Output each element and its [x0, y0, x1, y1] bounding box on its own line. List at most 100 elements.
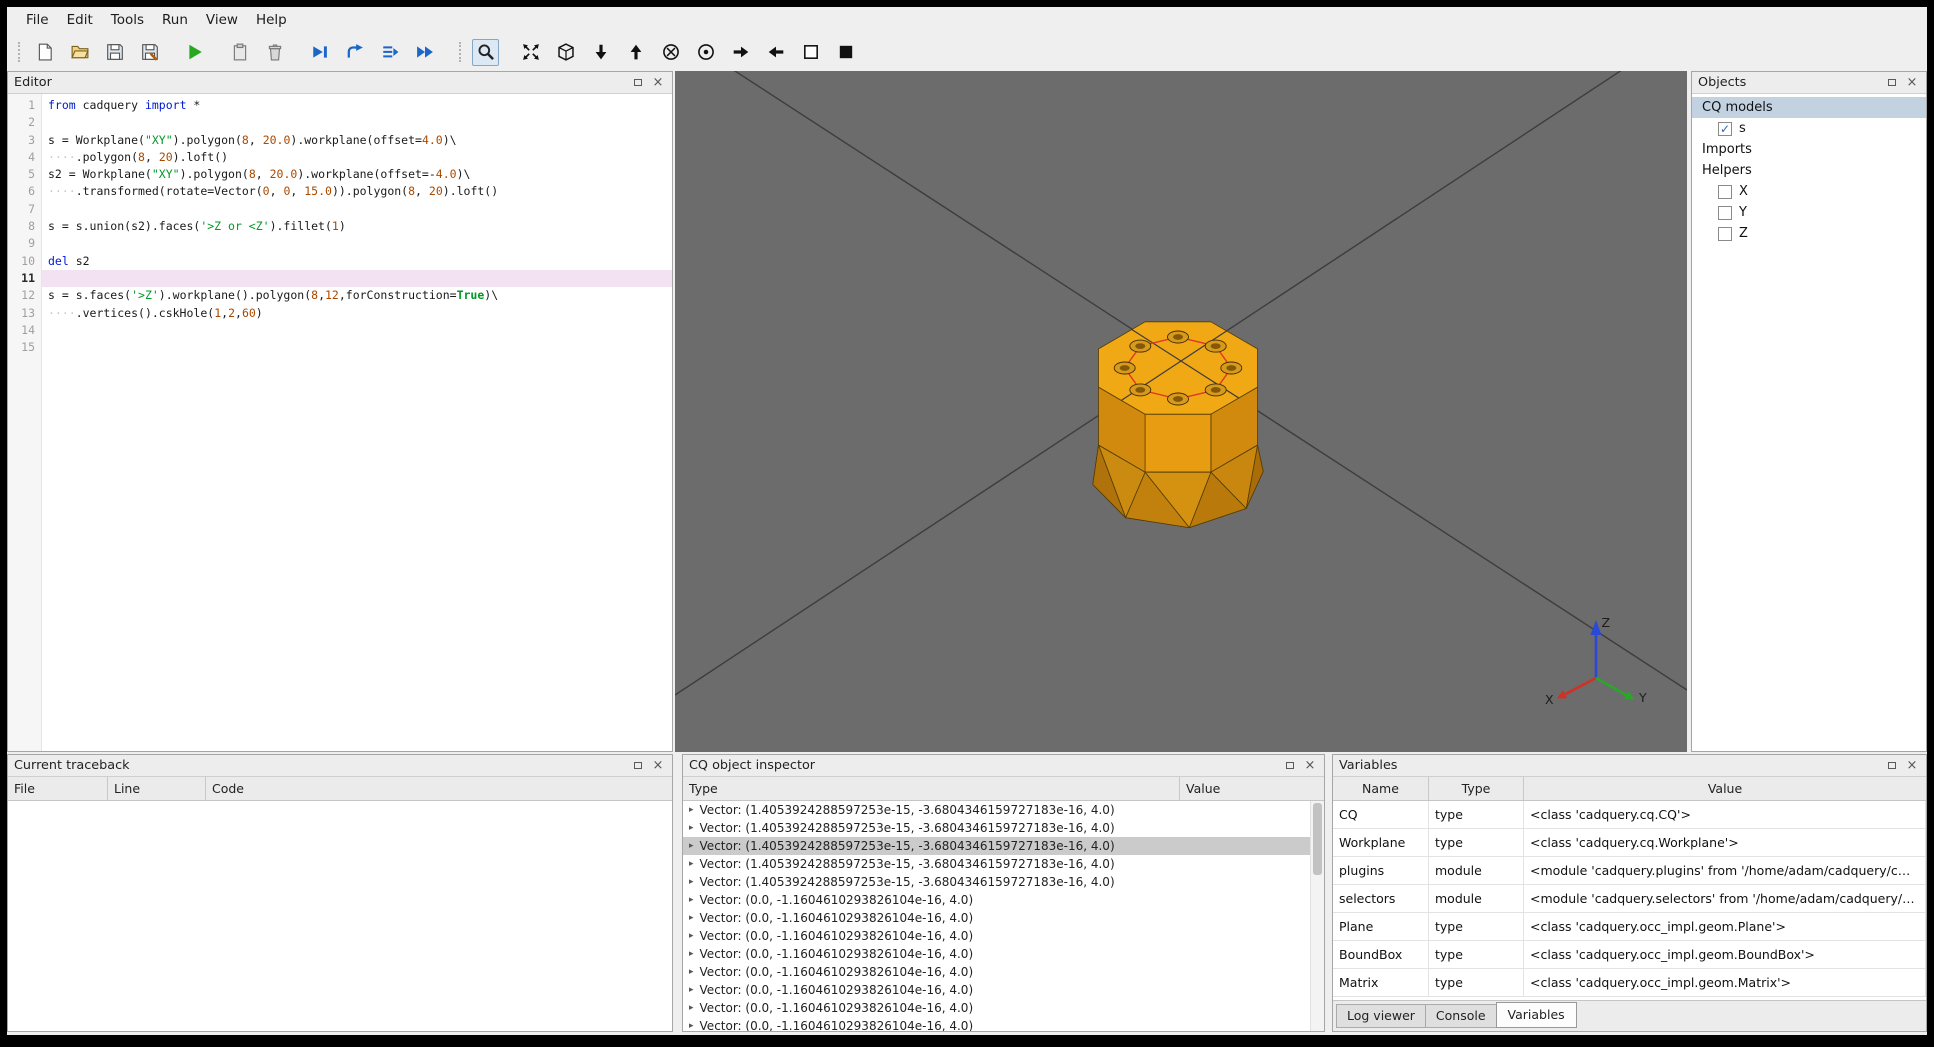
tab-console[interactable]: Console — [1424, 1004, 1497, 1028]
checkbox-unchecked[interactable] — [1718, 205, 1732, 220]
iso-view-icon[interactable] — [552, 39, 579, 66]
toolbar-separator[interactable] — [459, 42, 461, 62]
open-file-icon[interactable] — [66, 39, 93, 66]
expand-icon[interactable]: ▸ — [689, 967, 694, 977]
variable-row-plugins[interactable]: plugins module <module 'cadquery.plugins' … — [1333, 857, 1926, 885]
expand-icon[interactable]: ▸ — [689, 1003, 694, 1013]
tab-variables[interactable]: Variables — [1495, 1002, 1577, 1028]
toolbar-separator[interactable] — [18, 42, 20, 62]
variable-row-selectors[interactable]: selectors module <module 'cadquery.selecto… — [1333, 885, 1926, 913]
tree-item-y[interactable]: Y — [1692, 202, 1926, 223]
variables-float-button[interactable] — [1884, 758, 1900, 773]
variable-row-workplane[interactable]: Workplane type <class 'cadquery.cq.Workpla… — [1333, 829, 1926, 857]
menu-file[interactable]: File — [17, 8, 58, 32]
inspector-close-button[interactable]: × — [1302, 758, 1318, 773]
variable-row-cq[interactable]: CQ type <class 'cadquery.cq.CQ'> — [1333, 801, 1926, 829]
tree-group-cq-models[interactable]: CQ models — [1692, 97, 1926, 118]
expand-icon[interactable]: ▸ — [689, 877, 694, 887]
left-view-icon[interactable] — [727, 39, 754, 66]
continue-icon[interactable] — [411, 39, 438, 66]
inspector-float-button[interactable] — [1282, 758, 1298, 773]
code-lines[interactable]: from cadquery import * s = Workplane("XY"… — [42, 94, 672, 751]
wireframe-icon[interactable] — [797, 39, 824, 66]
column-header-file[interactable]: File — [8, 777, 108, 800]
variable-row-boundbox[interactable]: BoundBox type <class 'cadquery.occ_impl.ge… — [1333, 941, 1926, 969]
shaded-icon[interactable] — [832, 39, 859, 66]
menu-edit[interactable]: Edit — [58, 8, 102, 32]
tree-item-x[interactable]: X — [1692, 181, 1926, 202]
checkbox-checked[interactable]: ✓ — [1718, 121, 1732, 136]
column-header-code[interactable]: Code — [206, 777, 672, 800]
delete-icon[interactable] — [261, 39, 288, 66]
step-into-icon[interactable] — [376, 39, 403, 66]
column-header-value[interactable]: Value — [1180, 777, 1324, 800]
objects-float-button[interactable] — [1884, 75, 1900, 90]
tree-group-helpers[interactable]: Helpers — [1692, 160, 1926, 181]
column-header-name[interactable]: Name — [1333, 777, 1429, 800]
tree-group-imports[interactable]: Imports — [1692, 139, 1926, 160]
inspector-row[interactable]: ▸ Vector: (0.0, -1.1604610293826104e-16, … — [683, 891, 1310, 909]
expand-icon[interactable]: ▸ — [689, 823, 694, 833]
menu-run[interactable]: Run — [153, 8, 197, 32]
inspector-row[interactable]: ▸ Vector: (0.0, -1.1604610293826104e-16, … — [683, 981, 1310, 999]
render-icon[interactable] — [181, 39, 208, 66]
inspector-row[interactable]: ▸ Vector: (0.0, -1.1604610293826104e-16, … — [683, 927, 1310, 945]
expand-icon[interactable]: ▸ — [689, 895, 694, 905]
inspector-row[interactable]: ▸ Vector: (0.0, -1.1604610293826104e-16, … — [683, 999, 1310, 1017]
traceback-close-button[interactable]: × — [650, 758, 666, 773]
inspector-row[interactable]: ▸ Vector: (1.4053924288597253e-15, -3.680… — [683, 837, 1310, 855]
front-view-icon[interactable] — [657, 39, 684, 66]
inspector-row[interactable]: ▸ Vector: (1.4053924288597253e-15, -3.680… — [683, 873, 1310, 891]
inspector-scrollbar[interactable] — [1310, 801, 1324, 1031]
inspector-row[interactable]: ▸ Vector: (0.0, -1.1604610293826104e-16, … — [683, 1017, 1310, 1031]
objects-close-button[interactable]: × — [1904, 75, 1920, 90]
inspector-row[interactable]: ▸ Vector: (1.4053924288597253e-15, -3.680… — [683, 819, 1310, 837]
expand-icon[interactable]: ▸ — [689, 985, 694, 995]
expand-icon[interactable]: ▸ — [689, 805, 694, 815]
fit-view-icon[interactable] — [517, 39, 544, 66]
tree-item-z[interactable]: Z — [1692, 223, 1926, 244]
top-view-icon[interactable] — [587, 39, 614, 66]
inspector-row[interactable]: ▸ Vector: (0.0, -1.1604610293826104e-16, … — [683, 945, 1310, 963]
traceback-float-button[interactable] — [630, 758, 646, 773]
expand-icon[interactable]: ▸ — [689, 931, 694, 941]
inspector-row[interactable]: ▸ Vector: (1.4053924288597253e-15, -3.680… — [683, 855, 1310, 873]
column-header-type[interactable]: Type — [683, 777, 1180, 800]
editor-float-button[interactable] — [630, 75, 646, 90]
back-view-icon[interactable] — [692, 39, 719, 66]
bottom-view-icon[interactable] — [622, 39, 649, 66]
menu-view[interactable]: View — [197, 8, 247, 32]
step-icon[interactable] — [341, 39, 368, 66]
menu-help[interactable]: Help — [247, 8, 296, 32]
column-header-value[interactable]: Value — [1524, 777, 1926, 800]
right-view-icon[interactable] — [762, 39, 789, 66]
menu-tools[interactable]: Tools — [102, 8, 153, 32]
inspector-row[interactable]: ▸ Vector: (0.0, -1.1604610293826104e-16, … — [683, 963, 1310, 981]
code-editor[interactable]: 1 2 3 4 5 6 7 8 9 10 11 12 13 14 15 from cadquery impo… — [8, 94, 672, 751]
scrollbar-thumb[interactable] — [1313, 803, 1322, 875]
expand-icon[interactable]: ▸ — [689, 913, 694, 923]
variable-row-matrix[interactable]: Matrix type <class 'cadquery.occ_impl.geom… — [1333, 969, 1926, 997]
variables-close-button[interactable]: × — [1904, 758, 1920, 773]
inspector-row[interactable]: ▸ Vector: (0.0, -1.1604610293826104e-16, … — [683, 909, 1310, 927]
editor-close-button[interactable]: × — [650, 75, 666, 90]
tree-item-s[interactable]: ✓ s — [1692, 118, 1926, 139]
expand-icon[interactable]: ▸ — [689, 859, 694, 869]
save-icon[interactable] — [101, 39, 128, 66]
zoom-icon[interactable] — [472, 38, 499, 66]
expand-icon[interactable]: ▸ — [689, 949, 694, 959]
expand-icon[interactable]: ▸ — [689, 1021, 694, 1031]
save-as-icon[interactable] — [136, 39, 163, 66]
tab-log-viewer[interactable]: Log viewer — [1336, 1004, 1426, 1028]
clipboard-icon[interactable] — [226, 39, 253, 66]
column-header-type[interactable]: Type — [1429, 777, 1524, 800]
inspector-row[interactable]: ▸ Vector: (1.4053924288597253e-15, -3.680… — [683, 801, 1310, 819]
column-header-line[interactable]: Line — [108, 777, 206, 800]
checkbox-unchecked[interactable] — [1718, 184, 1732, 199]
variable-row-plane[interactable]: Plane type <class 'cadquery.occ_impl.geom.… — [1333, 913, 1926, 941]
viewport-3d[interactable]: X Y Z — [675, 71, 1687, 752]
debug-icon[interactable] — [306, 39, 333, 66]
expand-icon[interactable]: ▸ — [689, 841, 694, 851]
new-file-icon[interactable] — [31, 39, 58, 66]
checkbox-unchecked[interactable] — [1718, 226, 1732, 241]
